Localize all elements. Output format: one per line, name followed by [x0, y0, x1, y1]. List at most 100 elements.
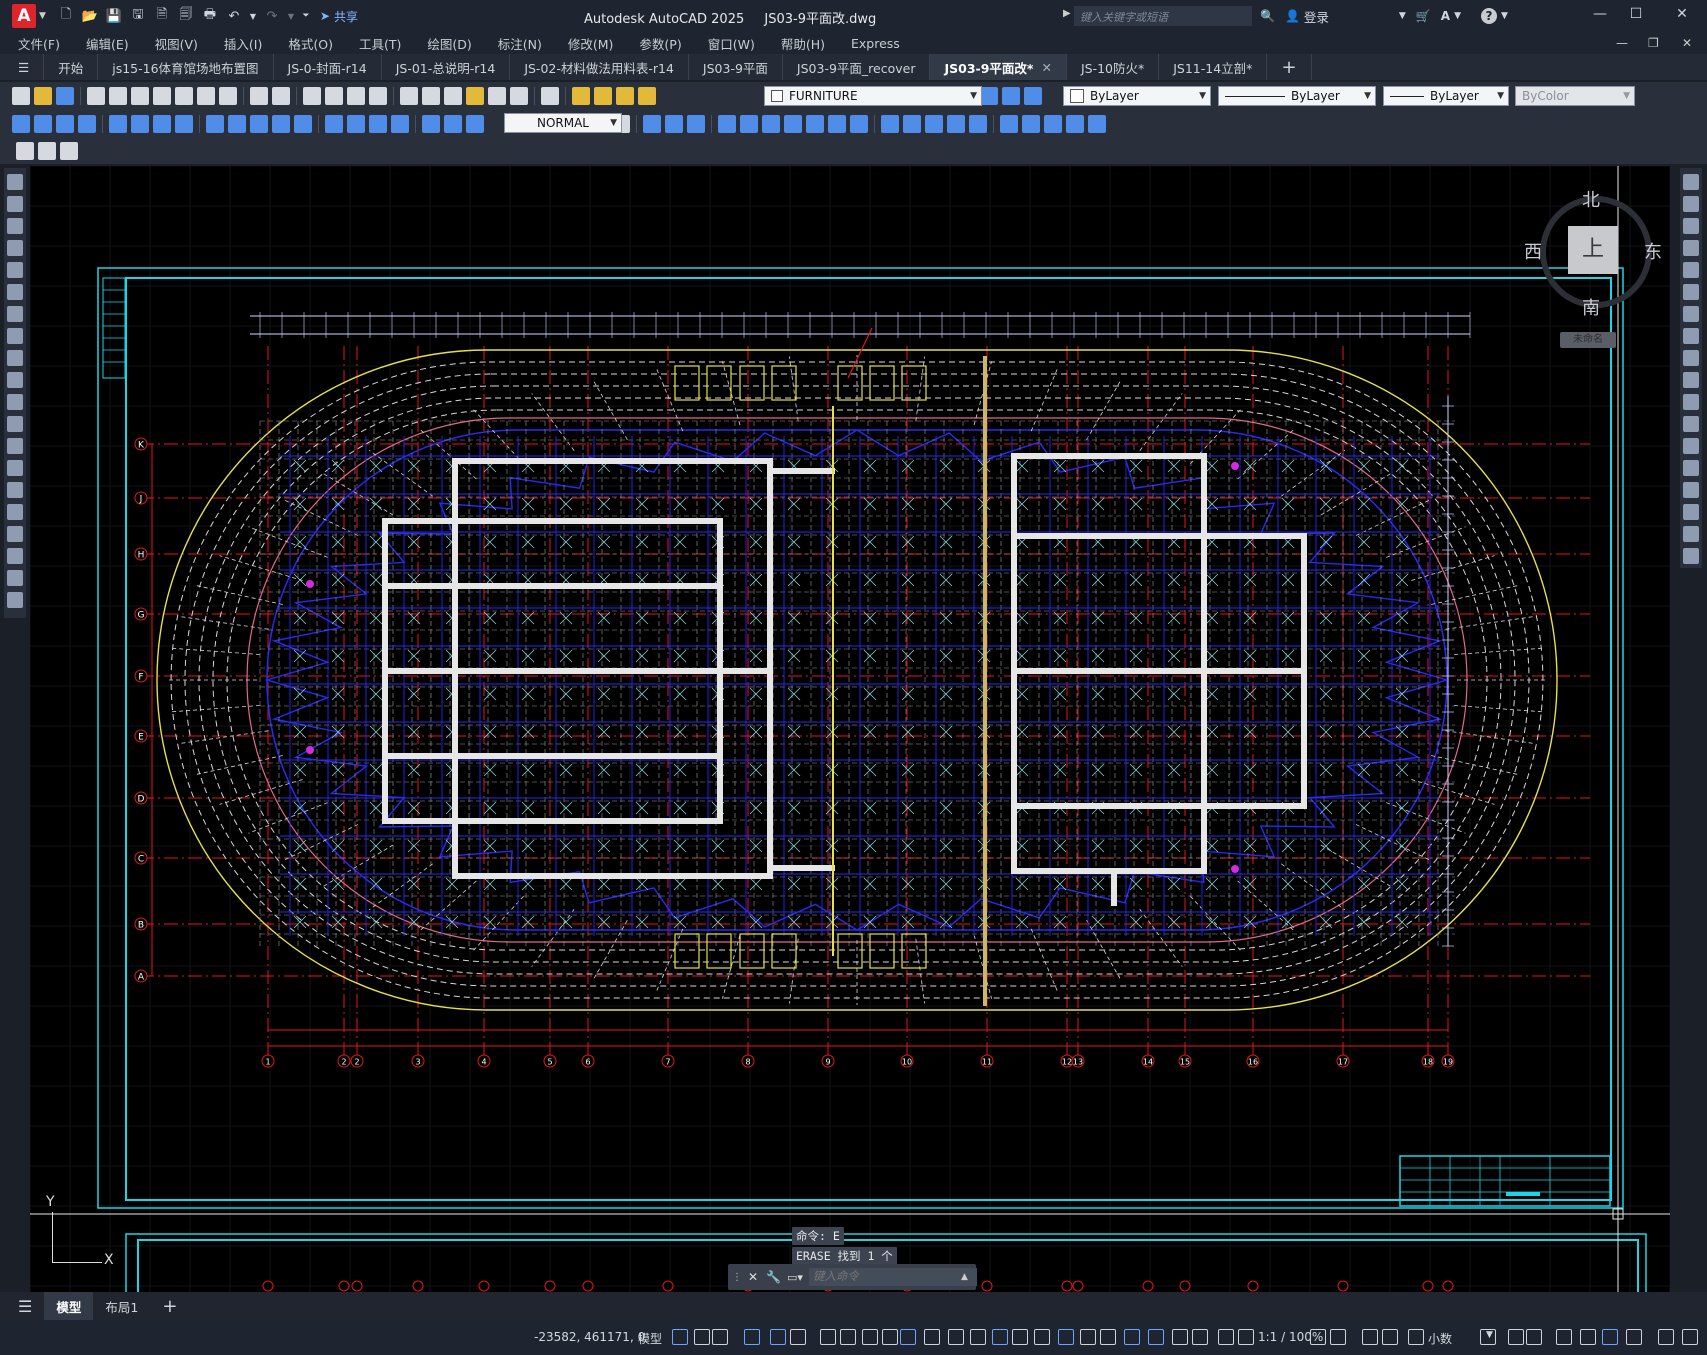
- quick-dim-icon[interactable]: [206, 115, 224, 133]
- close-cmdline-icon[interactable]: ✕: [748, 1270, 758, 1284]
- draw-tool-icon[interactable]: [7, 526, 23, 542]
- status-toggle-icon[interactable]: [1238, 1329, 1254, 1345]
- calculator-icon[interactable]: [510, 87, 528, 105]
- orbit-icon[interactable]: [881, 115, 899, 133]
- modify-tool-icon[interactable]: [1683, 218, 1699, 234]
- viewcube-north[interactable]: 北: [1582, 186, 1600, 212]
- view-back-icon[interactable]: [762, 115, 780, 133]
- search-input[interactable]: 键入关键字或短语: [1074, 6, 1252, 26]
- undo-icon[interactable]: ↶: [224, 6, 244, 26]
- orbit-free-icon[interactable]: [903, 115, 921, 133]
- status-toggle-icon[interactable]: [694, 1329, 710, 1345]
- dim-arc-icon[interactable]: [56, 115, 74, 133]
- continue-icon[interactable]: [250, 115, 268, 133]
- modify-tool-icon[interactable]: [1683, 438, 1699, 454]
- redo-dropdown-icon[interactable]: ▼: [286, 6, 296, 26]
- dim-linear-icon[interactable]: [12, 115, 30, 133]
- autocad-logo-icon[interactable]: A: [12, 4, 36, 28]
- menu-edit[interactable]: 编辑(E): [86, 34, 129, 53]
- undo-dropdown-icon[interactable]: ▼: [248, 6, 258, 26]
- draw-tool-icon[interactable]: [7, 218, 23, 234]
- customize-qat-icon[interactable]: ⏷: [300, 6, 312, 26]
- viewcube-top-face[interactable]: 上: [1568, 226, 1618, 274]
- attribute-edit-icon[interactable]: [60, 142, 78, 160]
- apps-dropdown-icon[interactable]: ▼: [1454, 11, 1461, 21]
- share-button[interactable]: ➤ 共享: [320, 8, 358, 25]
- help-icon[interactable]: [541, 87, 559, 105]
- draw-tool-icon[interactable]: [7, 570, 23, 586]
- menu-express[interactable]: Express: [851, 36, 900, 51]
- plot-icon[interactable]: 🖶: [200, 6, 220, 26]
- modify-tool-icon[interactable]: [1683, 394, 1699, 410]
- modify-tool-icon[interactable]: [1683, 240, 1699, 256]
- status-toggle-icon[interactable]: [1658, 1329, 1674, 1345]
- new-icon[interactable]: [12, 87, 30, 105]
- menu-tools[interactable]: 工具(T): [359, 34, 401, 53]
- dim-update-icon[interactable]: [466, 115, 484, 133]
- draw-tool-icon[interactable]: [7, 328, 23, 344]
- draw-tool-icon[interactable]: [7, 372, 23, 388]
- status-toggle-icon[interactable]: [820, 1329, 836, 1345]
- zoom-realtime-icon[interactable]: [325, 87, 343, 105]
- tab-js03-9[interactable]: JS03-9平面: [689, 54, 783, 80]
- zoom-previous-icon[interactable]: [369, 87, 387, 105]
- layout-tab-model[interactable]: 模型: [44, 1292, 94, 1320]
- tab-js15-16[interactable]: js15-16体育馆场地布置图: [98, 54, 274, 80]
- menu-dimension[interactable]: 标注(N): [498, 34, 542, 53]
- tab-js03-9-recover[interactable]: JS03-9平面_recover: [783, 54, 931, 80]
- view-front-icon[interactable]: [740, 115, 758, 133]
- tolerance-icon[interactable]: [325, 115, 343, 133]
- search-icon[interactable]: 🔍: [1260, 9, 1275, 23]
- status-toggle-icon[interactable]: [1100, 1329, 1116, 1345]
- view-nw-icon[interactable]: [850, 115, 868, 133]
- draw-tool-icon[interactable]: [7, 592, 23, 608]
- block-editor-icon[interactable]: [16, 142, 34, 160]
- camera-icon[interactable]: [947, 115, 965, 133]
- modify-tool-icon[interactable]: [1683, 174, 1699, 190]
- doc-restore-icon[interactable]: ❐: [1648, 36, 1659, 50]
- new-layout-icon[interactable]: +: [150, 1296, 189, 1317]
- status-toggle-icon[interactable]: [840, 1329, 856, 1345]
- open-icon[interactable]: [34, 87, 52, 105]
- status-toggle-icon[interactable]: [1012, 1329, 1028, 1345]
- status-toggle-icon[interactable]: [882, 1329, 898, 1345]
- view-right-icon[interactable]: [718, 115, 736, 133]
- pan-icon[interactable]: [303, 87, 321, 105]
- status-toggle-icon[interactable]: [1508, 1329, 1524, 1345]
- menu-draw[interactable]: 绘图(D): [427, 34, 471, 53]
- status-toggle-icon[interactable]: [1192, 1329, 1208, 1345]
- menu-file[interactable]: 文件(F): [18, 34, 60, 53]
- doc-minimize-icon[interactable]: —: [1616, 36, 1628, 50]
- user-icon[interactable]: 👤: [1285, 9, 1300, 23]
- view-top-icon[interactable]: [643, 115, 661, 133]
- ucs-icon-btn[interactable]: [1000, 115, 1018, 133]
- publish-icon[interactable]: [131, 87, 149, 105]
- publish-icon[interactable]: 🗎: [152, 6, 172, 26]
- layer-dropdown[interactable]: FURNITURE ▼: [764, 86, 982, 106]
- status-toggle-icon[interactable]: [1580, 1329, 1596, 1345]
- status-toggle-icon[interactable]: [900, 1329, 916, 1345]
- ucs-dropdown[interactable]: 未命名: [1560, 332, 1616, 348]
- modify-tool-icon[interactable]: [1683, 416, 1699, 432]
- status-toggle-icon[interactable]: [1408, 1329, 1424, 1345]
- status-toggle-icon[interactable]: [1382, 1329, 1398, 1345]
- status-toggle-icon[interactable]: [770, 1329, 786, 1345]
- doc-close-icon[interactable]: ✕: [1682, 36, 1692, 50]
- properties-icon[interactable]: [400, 87, 418, 105]
- status-toggle-icon[interactable]: [1218, 1329, 1234, 1345]
- ucs-prev-icon[interactable]: [1044, 115, 1062, 133]
- close-tab-icon[interactable]: ✕: [1041, 60, 1051, 75]
- draw-tool-icon[interactable]: [7, 394, 23, 410]
- dim-jogged-icon[interactable]: [131, 115, 149, 133]
- status-toggle-icon[interactable]: [1330, 1329, 1346, 1345]
- view-sw-icon[interactable]: [784, 115, 802, 133]
- menu-window[interactable]: 窗口(W): [708, 34, 755, 53]
- designcenter-icon[interactable]: [422, 87, 440, 105]
- units-selector[interactable]: 小数: [1428, 1330, 1452, 1347]
- undo-icon[interactable]: [250, 87, 268, 105]
- menu-insert[interactable]: 插入(I): [224, 34, 262, 53]
- status-toggle-icon[interactable]: [1556, 1329, 1572, 1345]
- tab-js11-14[interactable]: JS11-14立剖*: [1159, 54, 1268, 80]
- view-se-icon[interactable]: [806, 115, 824, 133]
- model-space-toggle[interactable]: 模型: [638, 1330, 662, 1347]
